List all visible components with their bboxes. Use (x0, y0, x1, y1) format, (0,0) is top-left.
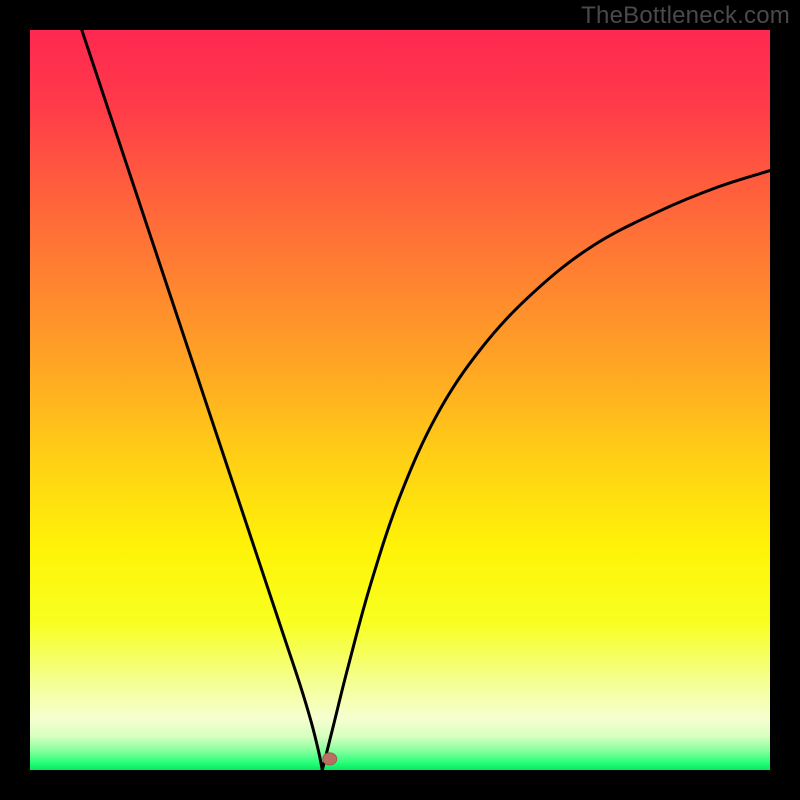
minimum-marker (323, 753, 337, 765)
curve-left-branch (82, 30, 322, 770)
plot-area (30, 30, 770, 770)
bottleneck-curve (30, 30, 770, 770)
chart-frame: TheBottleneck.com (0, 0, 800, 800)
curve-right-branch (322, 171, 770, 770)
watermark-text: TheBottleneck.com (581, 2, 790, 30)
